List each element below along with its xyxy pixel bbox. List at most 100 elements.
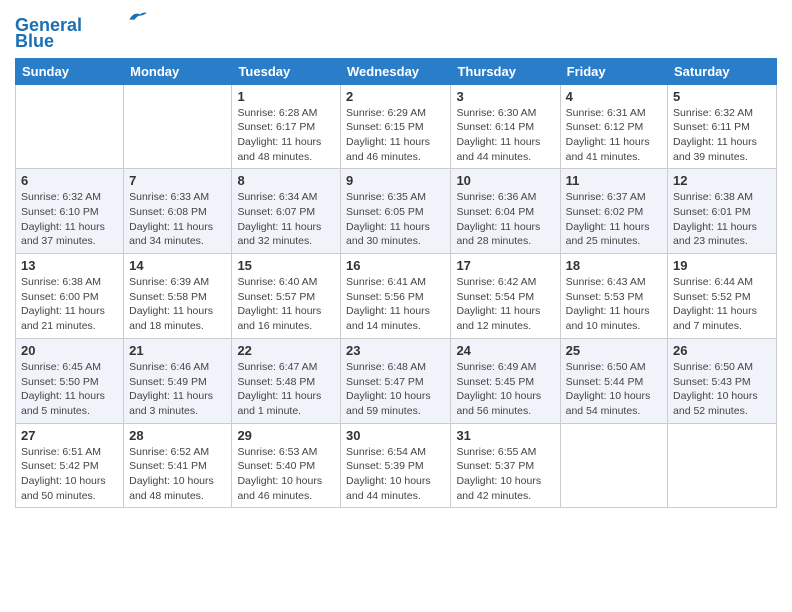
calendar-cell: 7 Sunrise: 6:33 AM Sunset: 6:08 PM Daylig…	[124, 169, 232, 254]
day-info: Sunrise: 6:37 AM Sunset: 6:02 PM Dayligh…	[566, 190, 662, 249]
day-number: 20	[21, 343, 118, 358]
day-number: 17	[456, 258, 554, 273]
weekday-header-row: SundayMondayTuesdayWednesdayThursdayFrid…	[16, 58, 777, 84]
calendar-cell: 24 Sunrise: 6:49 AM Sunset: 5:45 PM Dayli…	[451, 338, 560, 423]
calendar-cell: 26 Sunrise: 6:50 AM Sunset: 5:43 PM Dayli…	[668, 338, 777, 423]
day-number: 22	[237, 343, 335, 358]
weekday-header-friday: Friday	[560, 58, 667, 84]
calendar-cell: 28 Sunrise: 6:52 AM Sunset: 5:41 PM Dayli…	[124, 423, 232, 508]
day-number: 29	[237, 428, 335, 443]
day-number: 3	[456, 89, 554, 104]
day-info: Sunrise: 6:32 AM Sunset: 6:10 PM Dayligh…	[21, 190, 118, 249]
day-info: Sunrise: 6:54 AM Sunset: 5:39 PM Dayligh…	[346, 445, 445, 504]
calendar-week-row: 1 Sunrise: 6:28 AM Sunset: 6:17 PM Daylig…	[16, 84, 777, 169]
weekday-header-tuesday: Tuesday	[232, 58, 341, 84]
day-number: 24	[456, 343, 554, 358]
day-number: 9	[346, 173, 445, 188]
calendar-week-row: 27Sunrise: 6:51 AM Sunset: 5:42 PM Dayli…	[16, 423, 777, 508]
day-number: 21	[129, 343, 226, 358]
day-info: Sunrise: 6:51 AM Sunset: 5:42 PM Dayligh…	[21, 445, 118, 504]
day-number: 2	[346, 89, 445, 104]
day-number: 13	[21, 258, 118, 273]
day-number: 7	[129, 173, 226, 188]
day-info: Sunrise: 6:47 AM Sunset: 5:48 PM Dayligh…	[237, 360, 335, 419]
calendar-cell: 6 Sunrise: 6:32 AM Sunset: 6:10 PM Daylig…	[16, 169, 124, 254]
calendar-cell: 16 Sunrise: 6:41 AM Sunset: 5:56 PM Dayli…	[341, 254, 451, 339]
day-number: 6	[21, 173, 118, 188]
calendar-cell: 17Sunrise: 6:42 AM Sunset: 5:54 PM Dayli…	[451, 254, 560, 339]
calendar-cell: 1 Sunrise: 6:28 AM Sunset: 6:17 PM Daylig…	[232, 84, 341, 169]
calendar-cell: 30 Sunrise: 6:54 AM Sunset: 5:39 PM Dayli…	[341, 423, 451, 508]
calendar-cell: 25 Sunrise: 6:50 AM Sunset: 5:44 PM Dayli…	[560, 338, 667, 423]
day-number: 12	[673, 173, 771, 188]
calendar-cell: 23Sunrise: 6:48 AM Sunset: 5:47 PM Dayli…	[341, 338, 451, 423]
day-info: Sunrise: 6:36 AM Sunset: 6:04 PM Dayligh…	[456, 190, 554, 249]
weekday-header-monday: Monday	[124, 58, 232, 84]
day-number: 8	[237, 173, 335, 188]
title-area	[148, 10, 777, 12]
day-info: Sunrise: 6:55 AM Sunset: 5:37 PM Dayligh…	[456, 445, 554, 504]
weekday-header-saturday: Saturday	[668, 58, 777, 84]
day-number: 30	[346, 428, 445, 443]
day-number: 26	[673, 343, 771, 358]
day-info: Sunrise: 6:29 AM Sunset: 6:15 PM Dayligh…	[346, 106, 445, 165]
calendar-cell: 22 Sunrise: 6:47 AM Sunset: 5:48 PM Dayli…	[232, 338, 341, 423]
day-info: Sunrise: 6:46 AM Sunset: 5:49 PM Dayligh…	[129, 360, 226, 419]
day-info: Sunrise: 6:41 AM Sunset: 5:56 PM Dayligh…	[346, 275, 445, 334]
day-info: Sunrise: 6:44 AM Sunset: 5:52 PM Dayligh…	[673, 275, 771, 334]
day-info: Sunrise: 6:38 AM Sunset: 6:00 PM Dayligh…	[21, 275, 118, 334]
calendar-cell: 31 Sunrise: 6:55 AM Sunset: 5:37 PM Dayli…	[451, 423, 560, 508]
calendar-cell	[560, 423, 667, 508]
day-info: Sunrise: 6:40 AM Sunset: 5:57 PM Dayligh…	[237, 275, 335, 334]
calendar-cell: 27Sunrise: 6:51 AM Sunset: 5:42 PM Dayli…	[16, 423, 124, 508]
logo: General Blue	[15, 16, 148, 52]
day-info: Sunrise: 6:50 AM Sunset: 5:44 PM Dayligh…	[566, 360, 662, 419]
day-info: Sunrise: 6:43 AM Sunset: 5:53 PM Dayligh…	[566, 275, 662, 334]
day-info: Sunrise: 6:33 AM Sunset: 6:08 PM Dayligh…	[129, 190, 226, 249]
weekday-header-sunday: Sunday	[16, 58, 124, 84]
day-number: 31	[456, 428, 554, 443]
day-info: Sunrise: 6:53 AM Sunset: 5:40 PM Dayligh…	[237, 445, 335, 504]
logo-text-blue: Blue	[15, 32, 54, 52]
day-number: 19	[673, 258, 771, 273]
calendar-cell: 8 Sunrise: 6:34 AM Sunset: 6:07 PM Daylig…	[232, 169, 341, 254]
day-number: 16	[346, 258, 445, 273]
day-number: 25	[566, 343, 662, 358]
day-info: Sunrise: 6:35 AM Sunset: 6:05 PM Dayligh…	[346, 190, 445, 249]
day-info: Sunrise: 6:28 AM Sunset: 6:17 PM Dayligh…	[237, 106, 335, 165]
day-number: 18	[566, 258, 662, 273]
calendar-cell: 11 Sunrise: 6:37 AM Sunset: 6:02 PM Dayli…	[560, 169, 667, 254]
calendar-cell: 18 Sunrise: 6:43 AM Sunset: 5:53 PM Dayli…	[560, 254, 667, 339]
day-info: Sunrise: 6:32 AM Sunset: 6:11 PM Dayligh…	[673, 106, 771, 165]
day-number: 1	[237, 89, 335, 104]
calendar-cell: 20Sunrise: 6:45 AM Sunset: 5:50 PM Dayli…	[16, 338, 124, 423]
calendar-cell: 13 Sunrise: 6:38 AM Sunset: 6:00 PM Dayli…	[16, 254, 124, 339]
day-number: 14	[129, 258, 226, 273]
day-info: Sunrise: 6:39 AM Sunset: 5:58 PM Dayligh…	[129, 275, 226, 334]
calendar-cell: 10 Sunrise: 6:36 AM Sunset: 6:04 PM Dayli…	[451, 169, 560, 254]
day-info: Sunrise: 6:50 AM Sunset: 5:43 PM Dayligh…	[673, 360, 771, 419]
day-info: Sunrise: 6:34 AM Sunset: 6:07 PM Dayligh…	[237, 190, 335, 249]
calendar-week-row: 20Sunrise: 6:45 AM Sunset: 5:50 PM Dayli…	[16, 338, 777, 423]
calendar-cell: 29 Sunrise: 6:53 AM Sunset: 5:40 PM Dayli…	[232, 423, 341, 508]
day-number: 28	[129, 428, 226, 443]
day-info: Sunrise: 6:31 AM Sunset: 6:12 PM Dayligh…	[566, 106, 662, 165]
day-number: 10	[456, 173, 554, 188]
calendar-cell: 21 Sunrise: 6:46 AM Sunset: 5:49 PM Dayli…	[124, 338, 232, 423]
calendar-cell: 4Sunrise: 6:31 AM Sunset: 6:12 PM Daylig…	[560, 84, 667, 169]
day-info: Sunrise: 6:38 AM Sunset: 6:01 PM Dayligh…	[673, 190, 771, 249]
day-number: 23	[346, 343, 445, 358]
day-number: 11	[566, 173, 662, 188]
calendar-cell: 5 Sunrise: 6:32 AM Sunset: 6:11 PM Daylig…	[668, 84, 777, 169]
day-number: 15	[237, 258, 335, 273]
calendar-week-row: 13 Sunrise: 6:38 AM Sunset: 6:00 PM Dayli…	[16, 254, 777, 339]
weekday-header-wednesday: Wednesday	[341, 58, 451, 84]
weekday-header-thursday: Thursday	[451, 58, 560, 84]
day-info: Sunrise: 6:49 AM Sunset: 5:45 PM Dayligh…	[456, 360, 554, 419]
logo-bird-icon	[128, 10, 148, 24]
calendar-cell: 14 Sunrise: 6:39 AM Sunset: 5:58 PM Dayli…	[124, 254, 232, 339]
day-number: 5	[673, 89, 771, 104]
calendar-cell: 3Sunrise: 6:30 AM Sunset: 6:14 PM Daylig…	[451, 84, 560, 169]
day-info: Sunrise: 6:52 AM Sunset: 5:41 PM Dayligh…	[129, 445, 226, 504]
calendar-cell: 9 Sunrise: 6:35 AM Sunset: 6:05 PM Daylig…	[341, 169, 451, 254]
